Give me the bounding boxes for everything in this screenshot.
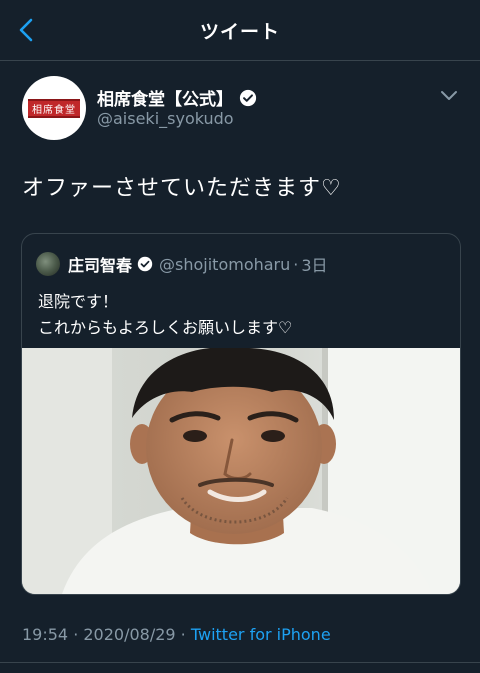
- page-title: ツイート: [199, 21, 280, 43]
- quoted-display-name: 庄司智春: [68, 256, 133, 275]
- verified-badge-icon: [137, 256, 153, 272]
- meta-separator: ·: [175, 625, 191, 644]
- quoted-text-line: これからもよろしくお願いします♡: [38, 318, 293, 337]
- author-display-name[interactable]: 相席食堂【公式】: [97, 85, 233, 110]
- author-name-row: 相席食堂【公式】: [97, 85, 257, 110]
- meta-separator: ·: [68, 625, 84, 644]
- avatar[interactable]: 相席食堂: [22, 76, 86, 140]
- avatar-logo-text: 相席食堂: [28, 98, 80, 118]
- quoted-text-line: 退院です！: [38, 292, 119, 311]
- quoted-avatar: [36, 252, 60, 276]
- tweet-date: 2020/08/29: [83, 625, 176, 644]
- quoted-tweet-header: 庄司智春 @shojitomoharu · 3日: [36, 252, 328, 276]
- tweet-author: 相席食堂 相席食堂【公式】 @aiseki_syokudo: [22, 76, 462, 140]
- quoted-tweet[interactable]: 庄司智春 @shojitomoharu · 3日 退院です！ これからもよろしく…: [21, 233, 461, 595]
- source-client-link[interactable]: Twitter for iPhone: [191, 625, 331, 644]
- top-nav-bar: ツイート: [0, 0, 480, 61]
- author-handle[interactable]: @aiseki_syokudo: [97, 109, 234, 128]
- tweet-meta: 19:54 · 2020/08/29 · Twitter for iPhone: [22, 625, 331, 644]
- divider: [0, 662, 480, 663]
- verified-badge-icon: [239, 89, 257, 106]
- quoted-handle: @shojitomoharu: [159, 254, 291, 274]
- tweet-text: オファーさせていただきます♡: [22, 176, 342, 201]
- tweet-time: 19:54: [22, 625, 69, 644]
- quoted-separator: ·: [293, 254, 299, 274]
- quoted-tweet-text: 退院です！ これからもよろしくお願いします♡: [38, 289, 292, 341]
- chevron-down-icon[interactable]: [440, 88, 458, 102]
- quoted-photo[interactable]: [22, 348, 460, 594]
- quoted-timestamp: 3日: [301, 256, 328, 275]
